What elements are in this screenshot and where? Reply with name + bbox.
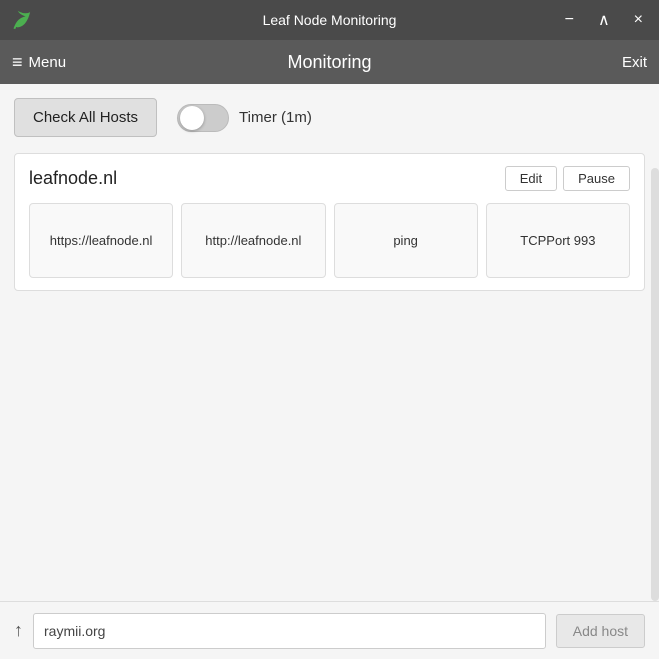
hamburger-icon: ≡ xyxy=(12,52,23,73)
monitoring-title: Monitoring xyxy=(287,52,371,73)
host-card: leafnode.nl Edit Pause https://leafnode.… xyxy=(14,153,645,291)
app-icon xyxy=(10,9,32,31)
maximize-button[interactable]: ∧ xyxy=(592,8,616,32)
host-input[interactable] xyxy=(33,613,546,649)
menu-label: Menu xyxy=(29,54,67,71)
exit-area: Exit xyxy=(586,48,647,76)
title-bar-controls: − ∧ × xyxy=(559,8,649,32)
service-tile-0[interactable]: https://leafnode.nl xyxy=(29,203,173,278)
services-grid: https://leafnode.nl http://leafnode.nl p… xyxy=(29,203,630,278)
main-wrapper: Check All Hosts Timer (1m) leafnode.nl E… xyxy=(0,84,659,659)
main-content: Check All Hosts Timer (1m) leafnode.nl E… xyxy=(0,84,659,601)
title-bar-left xyxy=(10,9,32,31)
host-header: leafnode.nl Edit Pause xyxy=(29,166,630,191)
sort-icon[interactable]: ↑ xyxy=(14,620,23,641)
timer-toggle-container: Timer (1m) xyxy=(177,104,312,132)
toggle-thumb xyxy=(180,106,204,130)
minimize-button[interactable]: − xyxy=(559,9,580,31)
title-bar-title: Leaf Node Monitoring xyxy=(263,12,397,28)
check-all-button[interactable]: Check All Hosts xyxy=(14,98,157,137)
pause-button[interactable]: Pause xyxy=(563,166,630,191)
leaf-icon-menu xyxy=(586,48,614,76)
host-name: leafnode.nl xyxy=(29,168,117,189)
timer-toggle[interactable] xyxy=(177,104,229,132)
service-tile-3[interactable]: TCPPort 993 xyxy=(486,203,630,278)
service-tile-2[interactable]: ping xyxy=(334,203,478,278)
add-host-button[interactable]: Add host xyxy=(556,614,645,648)
title-bar: Leaf Node Monitoring − ∧ × xyxy=(0,0,659,40)
toolbar: Check All Hosts Timer (1m) xyxy=(14,98,645,137)
edit-button[interactable]: Edit xyxy=(505,166,557,191)
menu-bar: ≡ Menu Monitoring Exit xyxy=(0,40,659,84)
scrollbar[interactable] xyxy=(651,168,659,601)
exit-button[interactable]: Exit xyxy=(622,54,647,71)
host-actions: Edit Pause xyxy=(505,166,630,191)
timer-label: Timer (1m) xyxy=(239,109,312,126)
menu-button[interactable]: ≡ Menu xyxy=(12,52,66,73)
bottom-bar: ↑ Add host xyxy=(0,601,659,659)
service-tile-1[interactable]: http://leafnode.nl xyxy=(181,203,325,278)
close-button[interactable]: × xyxy=(628,9,649,31)
